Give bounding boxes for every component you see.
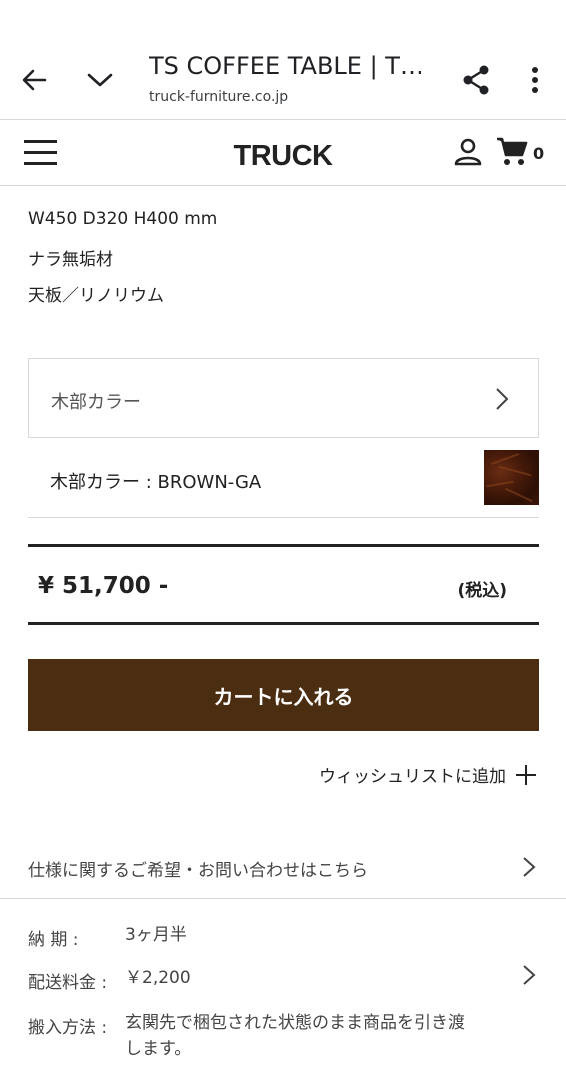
selected-wood-color-label: 木部カラー : BROWN-GA [50, 472, 262, 493]
spec-top: 天板／リノリウム [28, 286, 164, 306]
browser-toolbar: TS COFFEE TABLE | T… truck-furniture.co.… [0, 0, 566, 120]
delivery-method-label: 搬入方法 : [28, 1018, 108, 1038]
chevron-down-icon[interactable] [80, 60, 120, 100]
inquiry-label: 仕様に関するご希望・お問い合わせはこちら [28, 861, 368, 881]
wood-color-selector-label: 木部カラー [51, 392, 141, 413]
more-vert-icon[interactable] [515, 60, 555, 100]
wishlist-label: ウィッシュリストに追加 [319, 767, 506, 787]
site-header: TRUCK 0 [0, 120, 566, 186]
browser-url[interactable]: truck-furniture.co.jp [149, 89, 288, 105]
add-to-wishlist-link[interactable]: ウィッシュリストに追加 [319, 762, 536, 787]
plus-icon [516, 764, 536, 785]
delivery-method-value-line1: 玄関先で梱包された状態のまま商品を引き渡 [125, 1013, 465, 1033]
chevron-right-icon[interactable] [522, 964, 536, 986]
wood-color-swatch[interactable] [484, 450, 539, 505]
shopping-cart-icon[interactable] [496, 137, 528, 167]
chevron-right-icon [522, 856, 536, 878]
spec-dimensions: W450 D320 H400 mm [28, 209, 218, 229]
price-amount: ¥ 51,700 - [38, 573, 169, 599]
shipping-fee-value: ￥2,200 [125, 968, 191, 988]
cart-count-badge: 0 [533, 144, 545, 163]
lead-time-label: 納 期 : [28, 930, 79, 950]
person-icon[interactable] [453, 137, 483, 167]
selected-wood-color: 木部カラー : BROWN-GA [28, 438, 539, 518]
browser-page-title: TS COFFEE TABLE | T… [149, 52, 421, 80]
add-to-cart-button[interactable]: カートに入れる [28, 659, 539, 731]
share-icon[interactable] [456, 60, 496, 100]
delivery-method-value-line2: します。 [125, 1039, 192, 1059]
chevron-right-icon [494, 387, 510, 411]
inquiry-link[interactable]: 仕様に関するご希望・お問い合わせはこちら [0, 838, 566, 899]
wood-color-selector[interactable]: 木部カラー [28, 358, 539, 438]
lead-time-value: 3ヶ月半 [125, 925, 187, 945]
tax-note: (税込) [457, 581, 507, 601]
spec-material: ナラ無垢材 [28, 250, 113, 270]
price-box: ¥ 51,700 - (税込) [28, 544, 539, 625]
arrow-left-icon[interactable] [14, 60, 54, 100]
shipping-fee-label: 配送料金 : [28, 973, 108, 993]
